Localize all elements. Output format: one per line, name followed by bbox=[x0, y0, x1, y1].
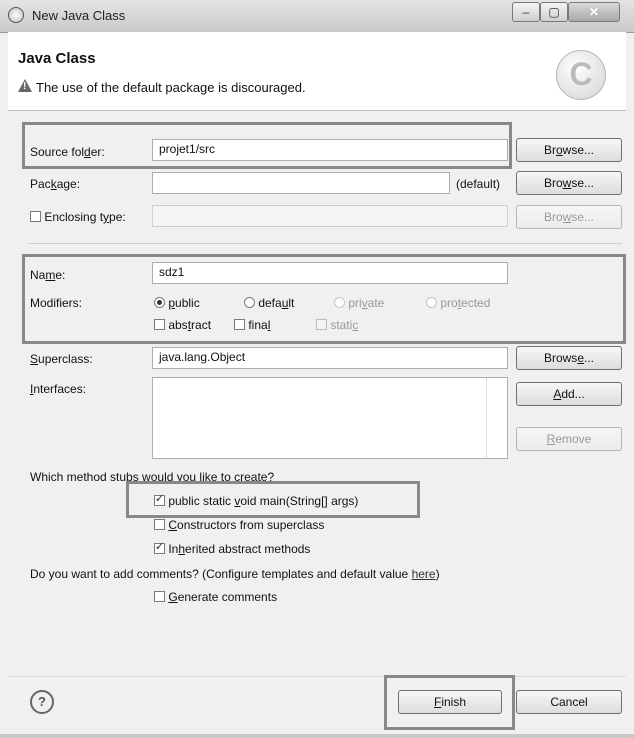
generate-comments-option[interactable]: Generate comments bbox=[154, 590, 277, 604]
remove-interface-button[interactable]: Remove bbox=[516, 427, 622, 451]
constructors-option[interactable]: Constructors from superclass bbox=[154, 518, 324, 532]
enclosing-type-browse-button[interactable]: Browse... bbox=[516, 205, 622, 229]
footer-separator bbox=[8, 676, 626, 677]
comments-question-end: ) bbox=[435, 567, 440, 581]
comments-question-text: Do you want to add comments? (Configure … bbox=[30, 567, 412, 581]
interfaces-list-divider bbox=[486, 378, 487, 458]
maximize-button[interactable]: ▢ bbox=[540, 2, 568, 22]
configure-templates-link[interactable]: here bbox=[412, 567, 436, 581]
highlight-source-folder bbox=[22, 122, 512, 169]
checkbox-inherited[interactable] bbox=[154, 540, 165, 554]
superclass-label: Superclass: bbox=[30, 352, 93, 366]
source-folder-browse-button[interactable]: Browse... bbox=[516, 138, 622, 162]
package-input[interactable] bbox=[152, 172, 450, 194]
interfaces-label: Interfaces: bbox=[30, 382, 87, 396]
superclass-input[interactable]: java.lang.Object bbox=[152, 347, 508, 369]
superclass-browse-button[interactable]: Browse... bbox=[516, 346, 622, 370]
separator bbox=[28, 243, 622, 244]
comments-question: Do you want to add comments? (Configure … bbox=[30, 567, 440, 581]
checkbox-generate-comments[interactable] bbox=[154, 591, 165, 602]
highlight-name-modifiers bbox=[22, 254, 626, 344]
checkbox-constructors[interactable] bbox=[154, 519, 165, 530]
package-browse-button[interactable]: Browse... bbox=[516, 171, 622, 195]
enclosing-type-option[interactable]: Enclosing type: bbox=[30, 210, 126, 224]
title-bar: New Java Class – ▢ ✕ bbox=[0, 0, 634, 33]
java-class-icon: C bbox=[556, 50, 606, 100]
inherited-methods-option[interactable]: Inherited abstract methods bbox=[154, 540, 310, 556]
close-button[interactable]: ✕ bbox=[568, 2, 620, 22]
help-icon[interactable]: ? bbox=[30, 690, 54, 714]
package-label: Package: bbox=[30, 177, 81, 191]
add-interface-button[interactable]: Add... bbox=[516, 382, 622, 406]
cancel-button[interactable]: Cancel bbox=[516, 690, 622, 714]
app-icon bbox=[8, 7, 24, 23]
interfaces-list[interactable] bbox=[152, 377, 508, 459]
warning-message: The use of the default package is discou… bbox=[36, 80, 306, 95]
page-title: Java Class bbox=[18, 50, 96, 67]
highlight-main-method bbox=[126, 481, 420, 518]
warning-icon bbox=[18, 79, 32, 92]
minimize-button[interactable]: – bbox=[512, 2, 540, 22]
window-bottom-border bbox=[0, 734, 634, 738]
highlight-finish bbox=[384, 675, 515, 730]
wizard-header: Java Class The use of the default packag… bbox=[8, 32, 626, 111]
enclosing-type-input[interactable] bbox=[152, 205, 508, 227]
window-title: New Java Class bbox=[32, 8, 126, 23]
enclosing-type-checkbox[interactable] bbox=[30, 211, 41, 222]
package-default-label: (default) bbox=[456, 177, 501, 191]
